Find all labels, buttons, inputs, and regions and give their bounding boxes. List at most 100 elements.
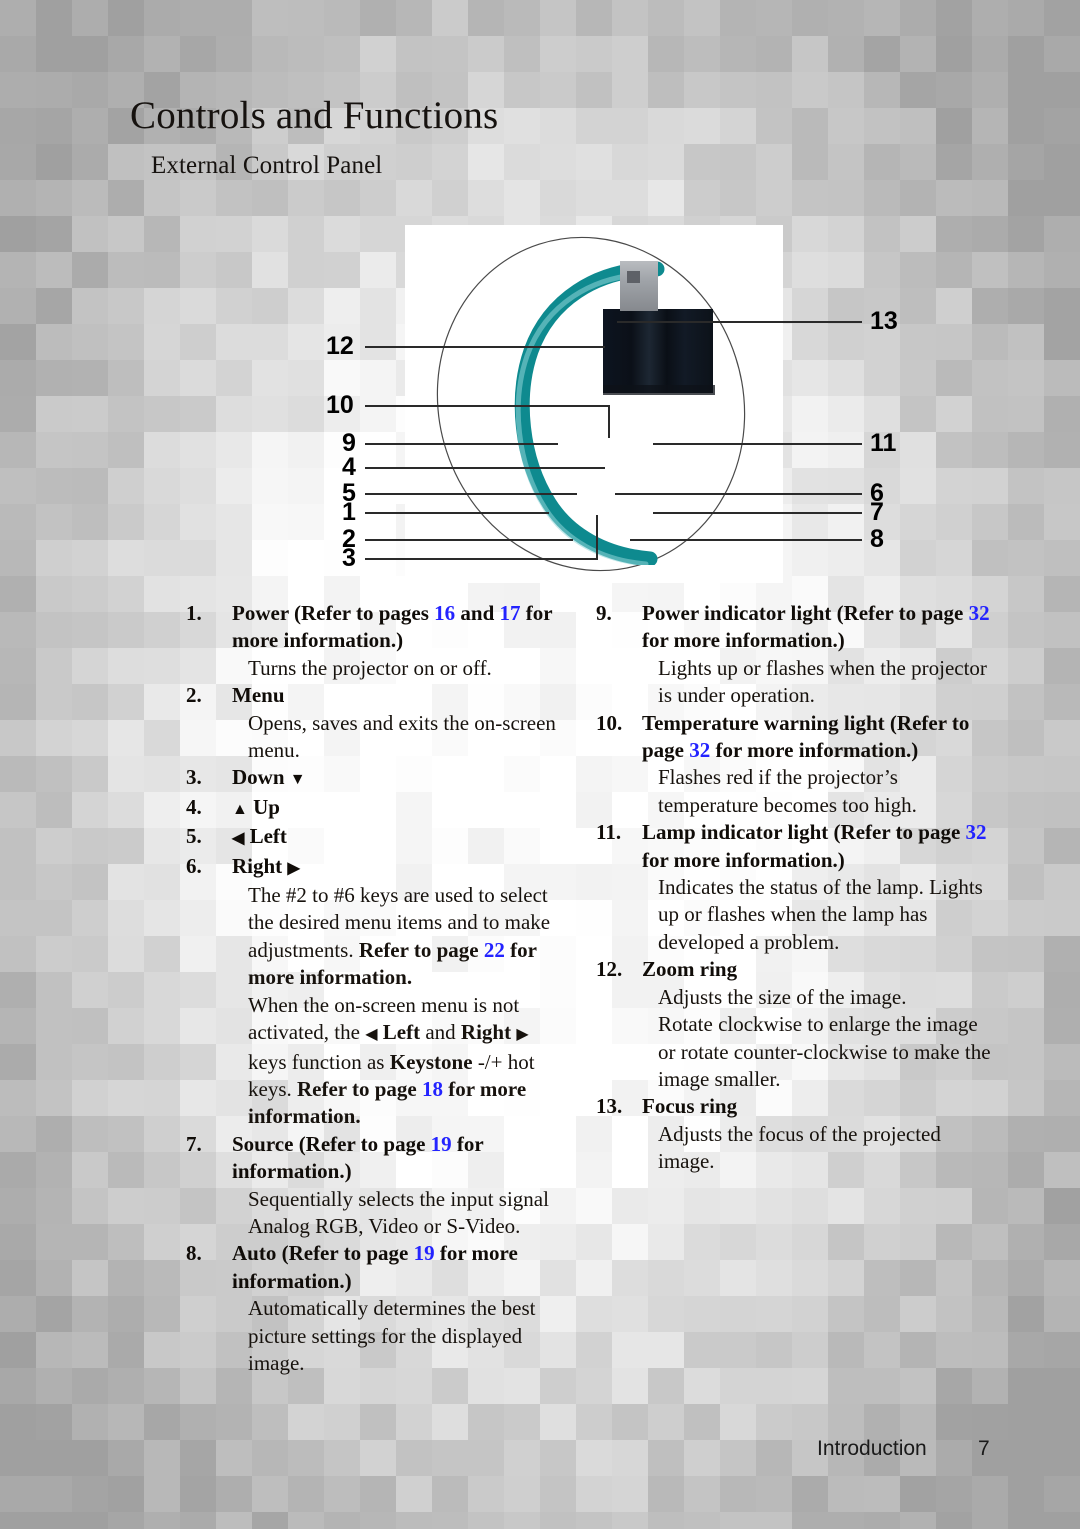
page-reference: 32	[965, 820, 987, 845]
leader-line-4	[365, 467, 605, 469]
text-run: Zoom ring	[642, 957, 738, 982]
callout-4: 4	[342, 453, 356, 481]
arrow-icon: ▶	[287, 859, 300, 877]
text-run: Lamp indicator light (Refer to page	[642, 820, 966, 845]
item-title: Source (Refer to page 19 for information…	[232, 1131, 566, 1186]
leader-line-7	[653, 512, 862, 514]
text-run: and	[420, 1020, 461, 1045]
text-run: Opens, saves and exits the on-screen men…	[248, 710, 556, 763]
text-run: Adjusts the focus of the projected image…	[658, 1121, 941, 1174]
leader-line-11	[653, 443, 862, 445]
item-number: 4.	[186, 794, 202, 819]
item-number: 2.	[186, 683, 202, 708]
page-reference: 19	[430, 1131, 452, 1156]
document-page: Controls and Functions External Control …	[0, 0, 1080, 1529]
item-description: Lights up or flashes when the projector …	[658, 655, 996, 710]
footer-page-number: 7	[978, 1437, 990, 1460]
item-heading-row: 12. Zoom ring	[596, 956, 996, 983]
text-run: Sequentially selects the input signal An…	[248, 1186, 549, 1238]
page-subtitle: External Control Panel	[151, 152, 383, 179]
items-column-right: 9. Power indicator light (Refer to page 3…	[596, 600, 996, 1176]
lens-top-housing	[620, 261, 658, 311]
item-number: 13.	[596, 1094, 623, 1119]
list-item: 7. Source (Refer to page 19 for informati…	[186, 1131, 566, 1241]
leader-line-13	[617, 321, 862, 323]
text-run: Power indicator light (Refer to page	[642, 601, 969, 625]
control-panel-figure: 12 10 9 4 5 1 2 3 13 11 6 7 8	[300, 215, 940, 595]
item-title: Menu	[232, 682, 566, 709]
list-item: 5. ◀ Left	[186, 823, 566, 852]
list-item: 9. Power indicator light (Refer to page 3…	[596, 600, 996, 710]
item-title: Right ▶	[232, 853, 566, 882]
leader-line-12	[365, 346, 605, 348]
page-reference: 18	[422, 1076, 443, 1101]
item-heading-row: 8. Auto (Refer to page 19 for more inform…	[186, 1240, 566, 1295]
list-item: 2. Menu Opens, saves and exits the on-scre…	[186, 682, 566, 764]
leader-line-5	[365, 493, 577, 495]
arrow-icon: ◀	[232, 830, 245, 848]
zoom-ring-swoosh-icon	[514, 261, 665, 565]
text-run: Left	[244, 824, 287, 849]
text-run: Right	[232, 853, 288, 878]
item-number: 10.	[596, 710, 623, 735]
item-title: ◀ Left	[232, 823, 566, 852]
item-description: Rotate clockwise to enlarge the image or…	[658, 1011, 996, 1093]
list-item: 8. Auto (Refer to page 19 for more inform…	[186, 1240, 566, 1377]
item-heading-row: 2. Menu	[186, 682, 566, 709]
page-reference: 16	[434, 601, 456, 625]
item-heading-row: 7. Source (Refer to page 19 for informati…	[186, 1131, 566, 1186]
item-title: Power indicator light (Refer to page 32 …	[642, 600, 996, 655]
leader-line-3	[365, 558, 598, 560]
leader-line-2	[365, 539, 573, 541]
arrow-icon: ◀	[365, 1026, 378, 1044]
list-item: 10. Temperature warning light (Refer to p…	[596, 710, 996, 820]
item-description: Adjusts the size of the image.	[658, 984, 996, 1011]
text-run: Turns the projector on or off.	[248, 655, 492, 680]
item-number: 5.	[186, 824, 202, 849]
item-description: Indicates the status of the lamp. Lights…	[658, 874, 996, 956]
callout-11: 11	[870, 429, 897, 457]
text-run: Power (Refer to pages	[232, 601, 435, 625]
list-item: 6. Right ▶ The #2 to #6 keys are used to s…	[186, 853, 566, 1131]
item-title: Focus ring	[642, 1093, 996, 1120]
list-item: 3. Down ▼	[186, 764, 566, 793]
callout-8: 8	[870, 525, 884, 553]
item-description: Turns the projector on or off.	[248, 655, 566, 682]
arrow-icon: ▼	[289, 771, 306, 789]
list-item: 13. Focus ring Adjusts the focus of the pr…	[596, 1093, 996, 1175]
item-number: 9.	[596, 601, 612, 625]
projector-photo-panel	[405, 225, 783, 583]
list-item: 4. ▲ Up	[186, 794, 566, 823]
items-column-left: 1. Power (Refer to pages 16 and 17 for mo…	[186, 600, 566, 1377]
item-number: 6.	[186, 853, 202, 878]
lens-top-marking	[627, 271, 640, 283]
item-description: Opens, saves and exits the on-screen men…	[248, 710, 566, 765]
arrow-icon: ▲	[232, 800, 248, 818]
item-description: The #2 to #6 keys are used to select the…	[248, 882, 566, 992]
item-heading-row: 11. Lamp indicator light (Refer to page 3…	[596, 819, 996, 874]
leader-line-8	[630, 539, 862, 541]
item-title: Lamp indicator light (Refer to page 32 f…	[642, 819, 996, 874]
text-run: Refer to page	[297, 1076, 422, 1101]
list-item: 12. Zoom ring Adjusts the size of the imag…	[596, 956, 996, 1093]
text-run: Auto (Refer to page	[232, 1241, 414, 1266]
page-footer: Introduction 7	[0, 1437, 1080, 1477]
callout-7: 7	[870, 498, 884, 526]
text-run: Lights up or flashes when the projector …	[658, 655, 987, 708]
callout-1: 1	[342, 498, 356, 526]
item-title: Power (Refer to pages 16 and 17 for more…	[232, 600, 566, 655]
text-run: Flashes red if the projector’s temperatu…	[658, 765, 917, 817]
callout-13: 13	[870, 307, 898, 335]
item-heading-row: 4. ▲ Up	[186, 794, 566, 823]
page-reference: 19	[413, 1241, 435, 1266]
text-run: and	[455, 601, 500, 625]
leader-line-3-riser	[596, 515, 598, 560]
item-heading-row: 3. Down ▼	[186, 764, 566, 793]
item-number: 3.	[186, 765, 202, 790]
text-run: Refer to page	[358, 937, 484, 962]
page-title: Controls and Functions	[130, 94, 499, 137]
page-reference: 22	[483, 937, 505, 962]
text-run: Automatically determines the best pictur…	[248, 1296, 536, 1375]
leader-line-10	[365, 405, 610, 407]
callout-3: 3	[342, 544, 356, 572]
